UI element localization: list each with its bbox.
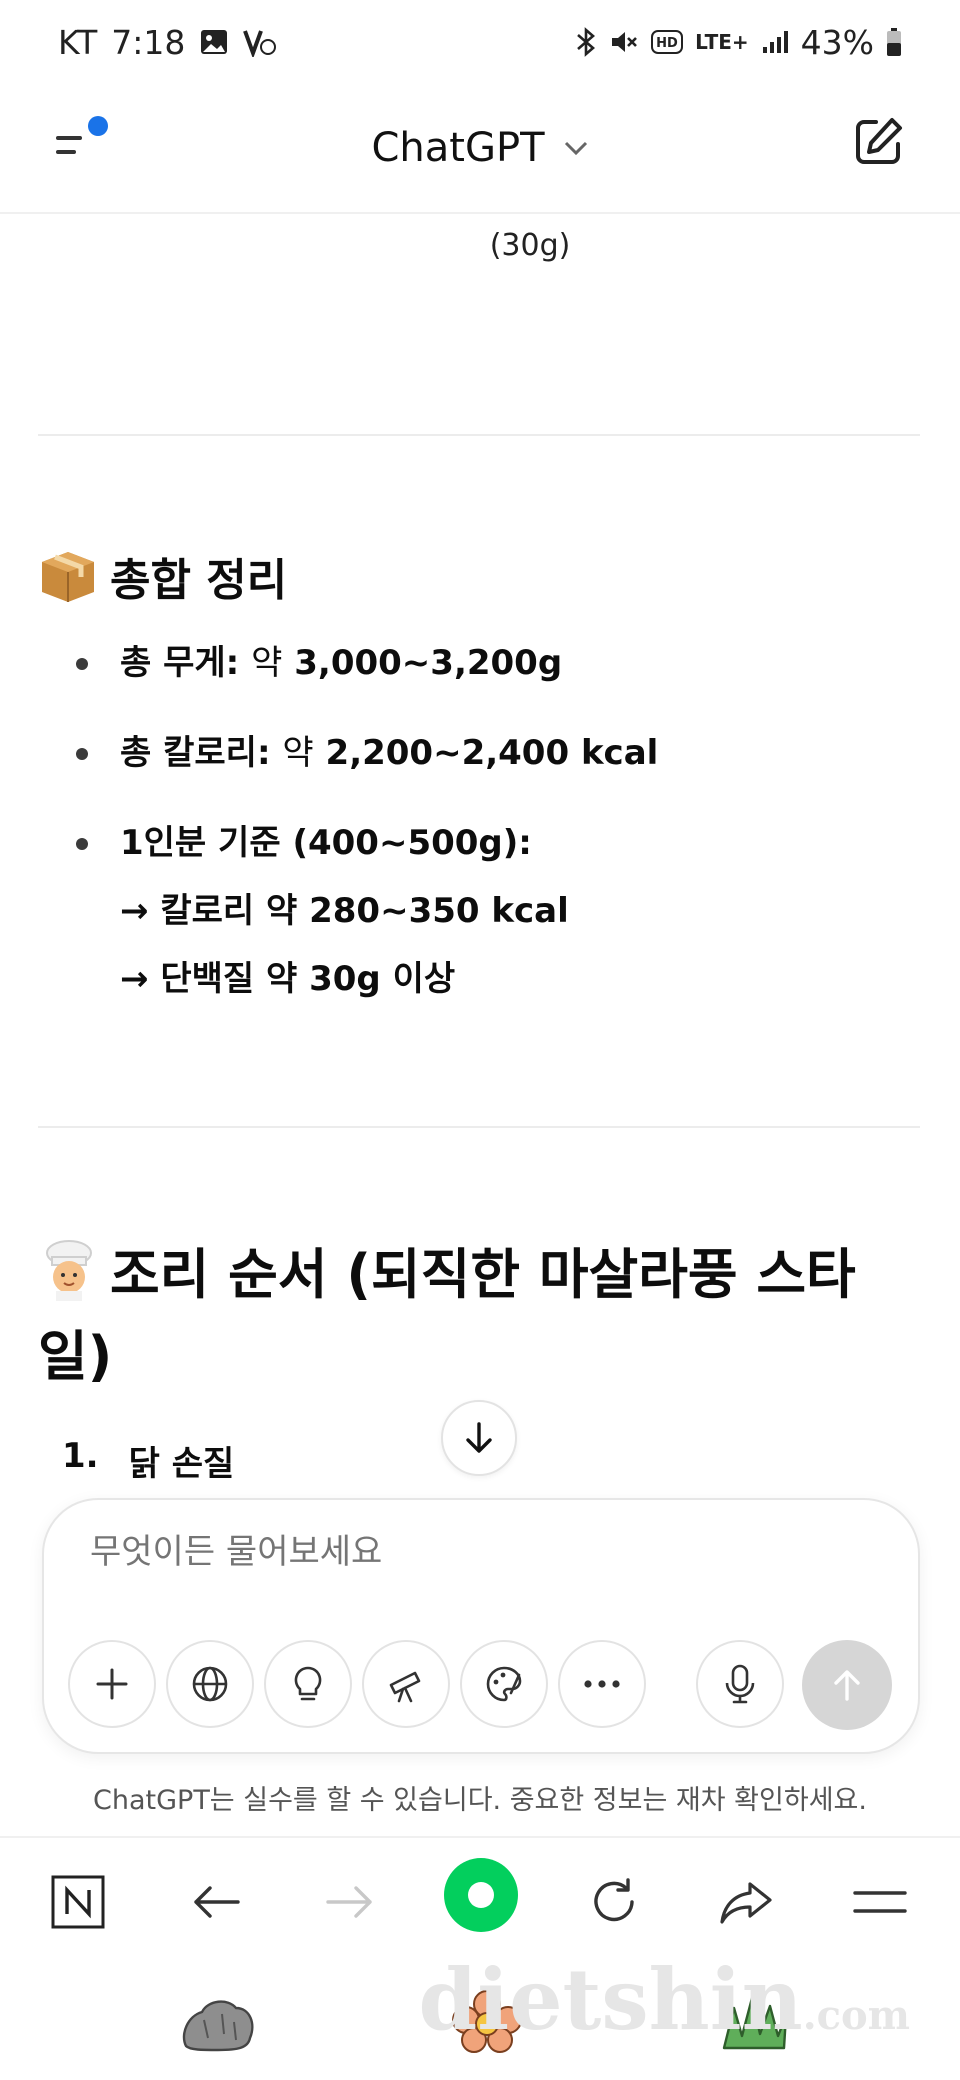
arrow-down-icon [466,1422,492,1453]
home-icon [468,1882,494,1908]
previous-text: (30g) [489,228,571,263]
vpn-icon [243,27,277,57]
share-arrow-icon [720,1882,772,1924]
item-label: 총 칼로리: [120,733,271,773]
clock: 7:18 [111,22,186,62]
package-icon [42,552,94,602]
reload-button[interactable] [574,1862,654,1942]
summary-heading: 총합 정리 [38,544,287,608]
web-search-button[interactable] [166,1640,254,1728]
signal-icon [761,29,789,55]
naver-n-icon [51,1875,105,1929]
chat-content[interactable]: (30g) 총합 정리 총 무게: 약 3,000~3,200g 총 칼로리: … [0,214,960,1494]
item-label: 총 무게: [120,643,240,683]
item-value: 2,200~2,400 kcal [325,733,659,773]
section-divider [38,434,920,436]
forward-button[interactable] [310,1862,390,1942]
step-item: 1. 닭 손질 [62,1436,234,1485]
message-input[interactable] [90,1532,870,1572]
list-item: 총 무게: 약 3,000~3,200g [70,642,920,684]
more-tools-button[interactable] [558,1640,646,1728]
naver-button[interactable] [38,1862,118,1942]
site-watermark: dietshin.com [418,1950,910,2049]
menu-button[interactable] [50,114,120,174]
watermark-text: dietshin [418,1950,803,2049]
hamburger-icon [853,1891,907,1913]
voice-input-button[interactable] [696,1640,784,1728]
scroll-down-button[interactable] [441,1400,517,1476]
gallery-icon [199,28,229,56]
lightbulb-icon [294,1666,322,1701]
hd-icon: HD [651,30,684,54]
globe-icon [192,1666,228,1702]
more-icon [584,1680,620,1688]
model-selector[interactable]: ChatGPT [371,125,588,171]
svg-text:HD: HD [656,36,678,51]
arrow-up-icon [834,1670,860,1701]
item-sub-protein: → 단백질 약 30g 이상 [120,959,456,999]
share-button[interactable] [706,1862,786,1942]
send-button[interactable] [802,1640,892,1730]
new-chat-button[interactable] [848,112,908,172]
arrow-right-icon [326,1886,372,1918]
bullet-dot [76,658,88,670]
step-number: 1. [62,1436,99,1476]
plus-icon [96,1668,128,1700]
disclaimer-text: ChatGPT는 실수를 할 수 있습니다. 중요한 정보는 재차 확인하세요. [93,1785,867,1816]
carrier-label: KT [58,22,98,62]
bluetooth-icon [575,27,597,57]
item-mid: 약 [251,643,283,683]
telescope-icon [389,1671,421,1703]
chevron-down-icon [564,141,587,156]
browser-menu-button[interactable] [840,1862,920,1942]
menu-icon [56,116,108,154]
cooking-heading: 조리 순서 (되직한 마살라풍 스타일) [38,1234,918,1398]
arrow-left-icon [194,1886,240,1918]
edit-icon [856,118,902,164]
message-composer [42,1498,920,1754]
list-item: 1인분 기준 (400~500g): → 칼로리 약 280~350 kcal … [70,822,920,1000]
mic-icon [725,1664,755,1704]
app-title: ChatGPT [371,125,545,171]
image-create-button[interactable] [460,1640,548,1728]
attach-button[interactable] [68,1640,156,1728]
item-value: 3,000~3,200g [294,643,563,683]
battery-percent: 43% [800,22,874,62]
item-label: 1인분 기준 (400~500g): [120,823,532,863]
app-header: ChatGPT [0,84,960,214]
summary-list: 총 무게: 약 3,000~3,200g 총 칼로리: 약 2,200~2,40… [70,642,920,1048]
cooking-heading-text: 조리 순서 (되직한 마살라풍 스타일) [38,1243,856,1388]
reason-button[interactable] [264,1640,352,1728]
paint-icon [486,1666,522,1702]
battery-icon [886,27,902,57]
reload-icon [594,1878,634,1922]
deep-research-button[interactable] [362,1640,450,1728]
mute-icon [609,27,639,57]
network-type: LTE+ [695,30,749,54]
home-button[interactable] [444,1858,518,1932]
item-mid: 약 [282,733,314,773]
step-text: 닭 손질 [128,1444,235,1484]
list-item: 총 칼로리: 약 2,200~2,400 kcal [70,732,920,774]
back-button[interactable] [176,1862,256,1942]
bullet-dot [76,748,88,760]
section-divider [38,1126,920,1128]
item-sub-calorie: → 칼로리 약 280~350 kcal [120,891,569,931]
chef-icon [46,1240,92,1301]
watermark-suffix: .com [802,1992,910,2039]
browser-toolbar [0,1836,960,1964]
rock-sticker-icon [182,2000,254,2052]
summary-heading-text: 총합 정리 [110,555,288,606]
status-bar: KT 7:18 HD LTE+ 43% [0,0,960,84]
bullet-dot [76,838,88,850]
